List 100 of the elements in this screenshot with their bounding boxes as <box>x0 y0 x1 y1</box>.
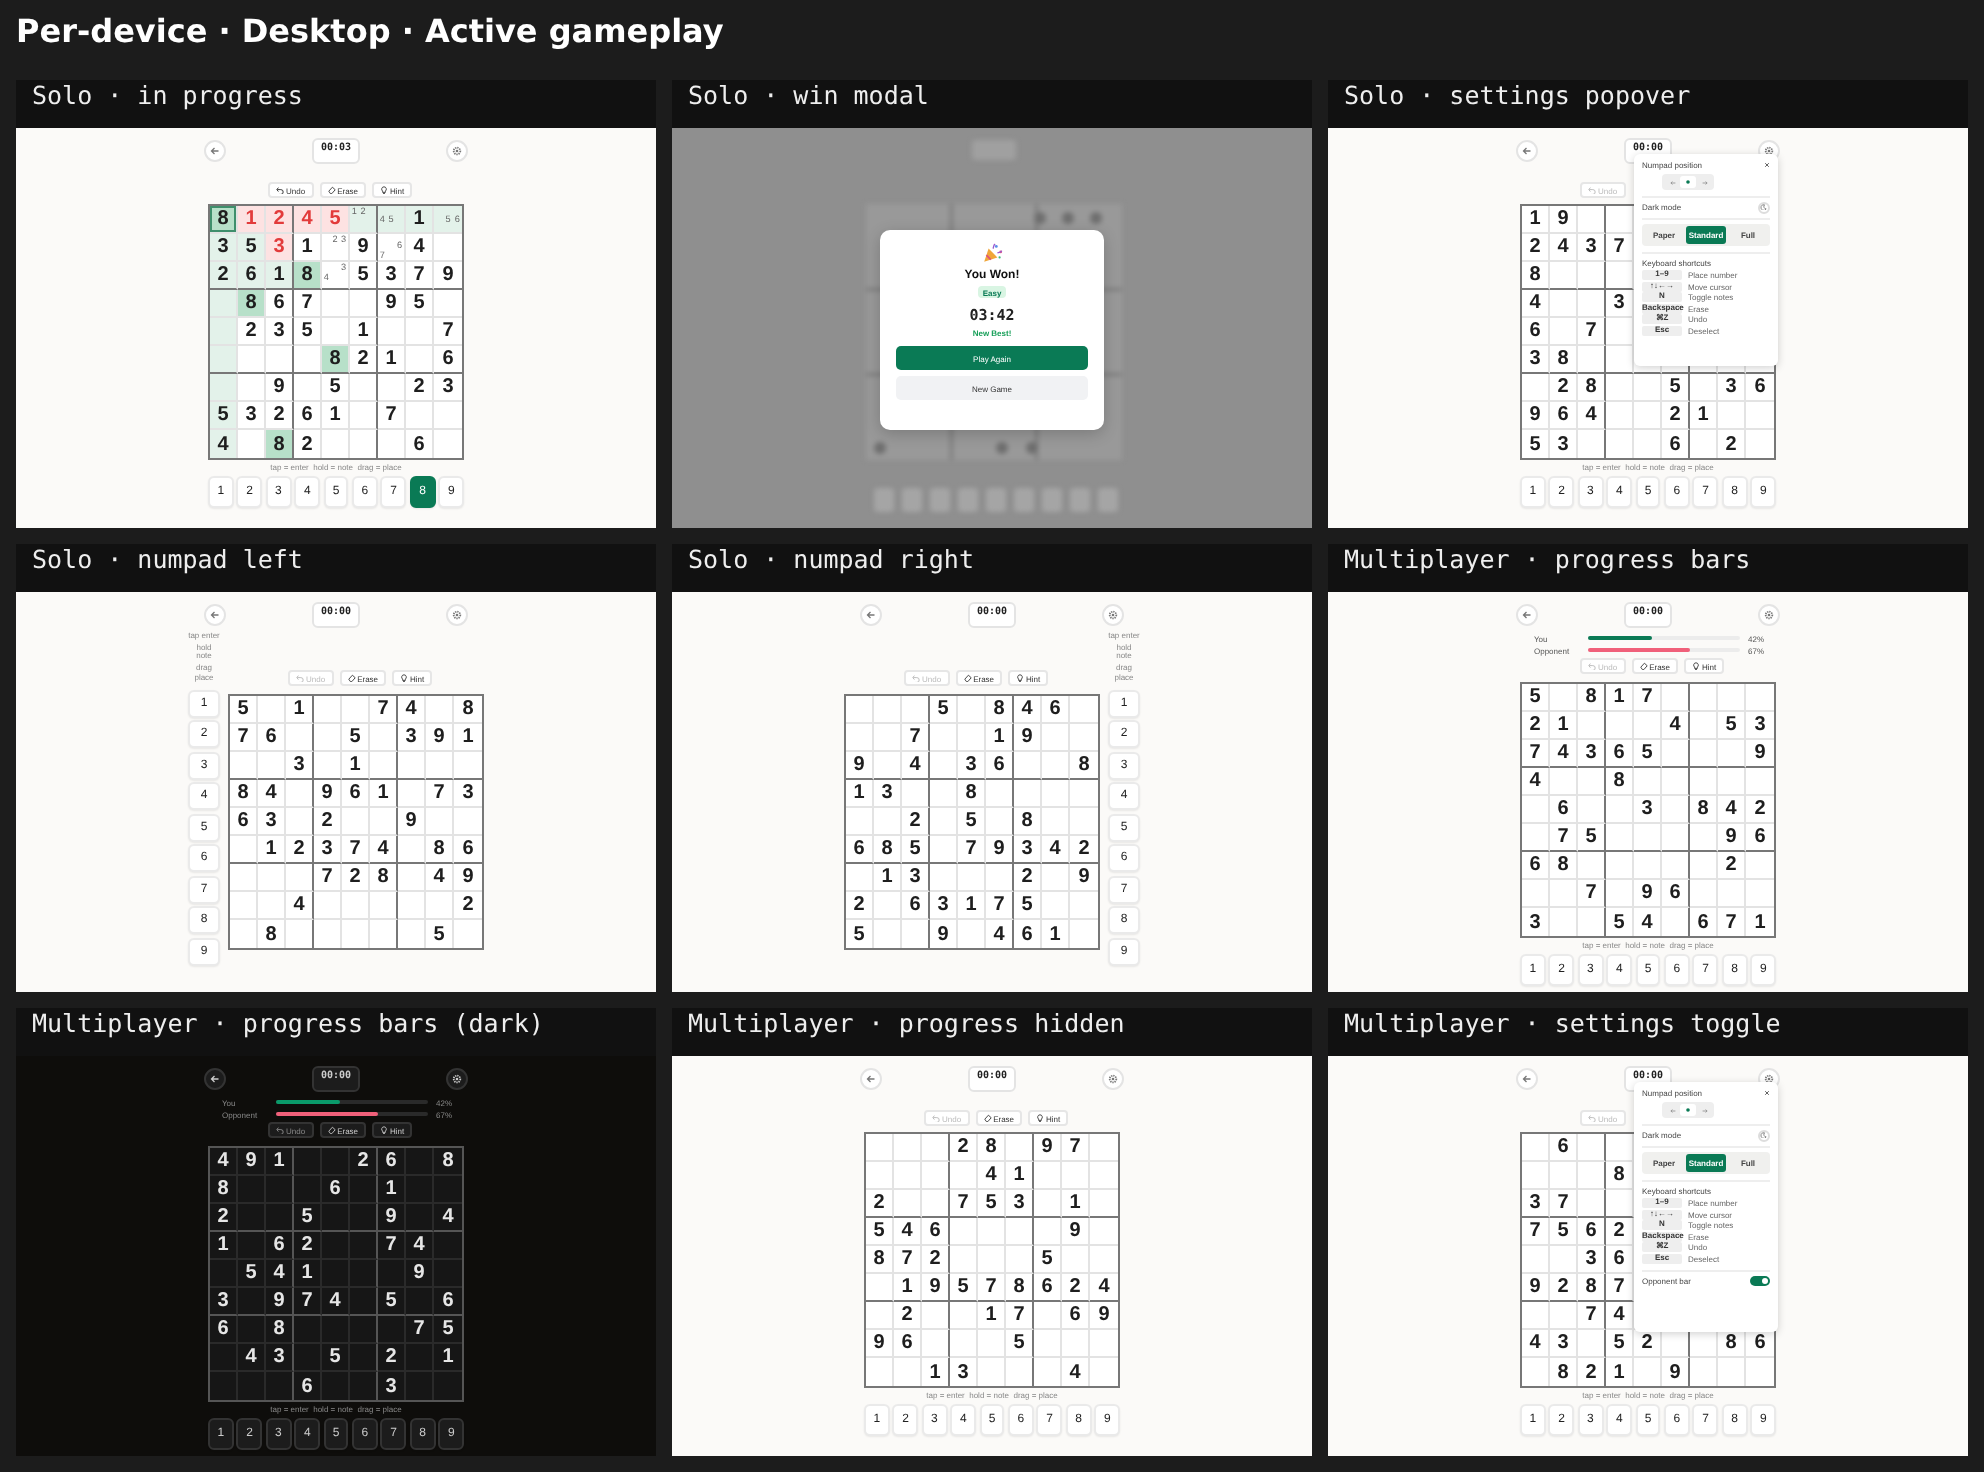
board-cell[interactable]: 5 <box>1634 740 1662 768</box>
board-cell[interactable]: 8 <box>1550 1358 1578 1386</box>
board-cell[interactable]: 1 <box>434 1344 462 1372</box>
board-cell[interactable]: 4 <box>1014 696 1042 724</box>
board-cell[interactable]: 9 <box>1718 824 1746 852</box>
board-cell[interactable]: 4 <box>1718 796 1746 824</box>
board-cell[interactable]: 4 <box>1662 712 1690 740</box>
board-cell[interactable]: 7 <box>378 402 406 430</box>
board-cell[interactable]: 6 <box>434 346 462 374</box>
board-cell[interactable]: 5 <box>1522 430 1550 458</box>
board-cell[interactable]: 4 <box>978 1162 1006 1190</box>
board-cell[interactable]: 7 <box>314 864 342 892</box>
board-cell[interactable]: 2 <box>1014 864 1042 892</box>
board-cell[interactable]: 9 <box>266 1288 294 1316</box>
board-cell[interactable]: 7 <box>1578 318 1606 346</box>
board-cell[interactable]: 7 <box>1550 1190 1578 1218</box>
board-cell[interactable]: 8 <box>238 290 266 318</box>
dark-mode-button[interactable] <box>1758 201 1770 213</box>
board-cell[interactable]: 2 <box>238 318 266 346</box>
board-cell[interactable]: 9 <box>350 234 378 262</box>
board-cell[interactable]: 9 <box>378 1204 406 1232</box>
board-cell[interactable]: 7 <box>230 724 258 752</box>
board-cell[interactable]: 8 <box>1578 374 1606 402</box>
board-cell[interactable]: 4 <box>370 836 398 864</box>
board-cell[interactable]: 2 <box>210 1204 238 1232</box>
board-cell[interactable]: 1 <box>986 724 1014 752</box>
position-option[interactable] <box>1680 176 1696 188</box>
board-cell[interactable]: 9 <box>866 1330 894 1358</box>
board-cell[interactable]: 3 <box>1578 1246 1606 1274</box>
board-cell[interactable]: 4 <box>434 1204 462 1232</box>
board-cell[interactable]: 8 <box>1578 1274 1606 1302</box>
board-cell[interactable]: 3 <box>1634 796 1662 824</box>
board-cell[interactable]: 7 <box>342 836 370 864</box>
board-cell[interactable]: 2 <box>1718 852 1746 880</box>
board-cell[interactable]: 5 <box>1662 374 1690 402</box>
board-cell[interactable]: 8 <box>434 1148 462 1176</box>
board-cell[interactable]: 6 <box>258 724 286 752</box>
board-cell[interactable]: 2 <box>1746 796 1774 824</box>
board-cell[interactable]: 2 <box>350 1148 378 1176</box>
board-cell[interactable]: 5 <box>378 1288 406 1316</box>
board-cell[interactable]: 8 <box>322 346 350 374</box>
board-cell[interactable]: 7 <box>1550 824 1578 852</box>
board-cell[interactable]: 7 <box>426 780 454 808</box>
board-cell[interactable]: 8 <box>426 836 454 864</box>
board-cell[interactable]: 7 <box>950 1190 978 1218</box>
back-button[interactable] <box>204 1067 226 1089</box>
board-cell[interactable]: 9 <box>1634 880 1662 908</box>
board-cell[interactable]: 7 <box>370 696 398 724</box>
board-cell[interactable]: 1 <box>322 402 350 430</box>
highlighted-empty-cell[interactable] <box>210 374 238 402</box>
board-cell[interactable]: 8 <box>866 1246 894 1274</box>
highlighted-empty-cell[interactable] <box>210 318 238 346</box>
board-cell[interactable]: 5 <box>846 920 874 948</box>
board-cell[interactable]: 5 <box>406 290 434 318</box>
board-cell[interactable]: 5 <box>1578 824 1606 852</box>
board-cell[interactable]: 5 <box>902 836 930 864</box>
board-cell[interactable]: 1 <box>1042 920 1070 948</box>
board-cell[interactable]: 7 <box>894 1246 922 1274</box>
board-cell[interactable]: 6 <box>986 752 1014 780</box>
board-cell[interactable]: 4 <box>210 430 238 458</box>
board-cell[interactable]: 2 <box>350 346 378 374</box>
board-cell[interactable]: 8 <box>1550 852 1578 880</box>
board-cell[interactable]: 9 <box>930 920 958 948</box>
board-cell[interactable]: 8 <box>266 430 294 458</box>
board-cell[interactable]: 9 <box>1070 864 1098 892</box>
board-cell[interactable]: 5 <box>1606 1330 1634 1358</box>
board-cell[interactable]: 1 <box>210 1232 238 1260</box>
board-cell[interactable]: 4 <box>266 1260 294 1288</box>
board-cell[interactable]: 7 <box>1578 880 1606 908</box>
board-cell[interactable]: 4 <box>406 1232 434 1260</box>
board-cell[interactable]: 8 <box>958 780 986 808</box>
board-cell[interactable]: 6 <box>894 1330 922 1358</box>
board-cell[interactable]: 3 <box>266 318 294 346</box>
board-cell[interactable]: 8 <box>210 1176 238 1204</box>
board-cell[interactable]: 9 <box>398 808 426 836</box>
highlighted-empty-cell[interactable] <box>210 346 238 374</box>
board-cell[interactable]: 5 <box>1522 684 1550 712</box>
board-cell[interactable]: 8 <box>266 1316 294 1344</box>
board-cell[interactable]: 6 <box>1034 1274 1062 1302</box>
board-cell[interactable]: 7 <box>1718 908 1746 936</box>
board-cell[interactable]: 6 <box>454 836 482 864</box>
board-cell[interactable]: 3 <box>1522 1190 1550 1218</box>
board-cell[interactable]: 1 <box>370 780 398 808</box>
board-cell[interactable]: 7 <box>294 290 322 318</box>
board-cell[interactable]: 3 <box>1746 712 1774 740</box>
board-cell[interactable]: 1 <box>350 318 378 346</box>
board-cell[interactable]: 3 <box>1006 1190 1034 1218</box>
board-cell[interactable]: 3 <box>238 402 266 430</box>
board-cell[interactable]: 8 <box>874 836 902 864</box>
board-cell[interactable]: 4 <box>1062 1358 1090 1386</box>
board-cell[interactable]: 5 <box>950 1274 978 1302</box>
board-cell[interactable]: 2 <box>894 1302 922 1330</box>
board-cell[interactable]: 9 <box>1746 740 1774 768</box>
board-cell[interactable]: 6 <box>1550 1134 1578 1162</box>
board-cell[interactable]: 2 <box>1062 1274 1090 1302</box>
board-cell[interactable]: 9 <box>314 780 342 808</box>
board-cell[interactable]: 3 <box>1578 740 1606 768</box>
board-cell[interactable]: 6 <box>322 1176 350 1204</box>
board-cell[interactable]: 4 <box>1550 234 1578 262</box>
board-cell[interactable]: 9 <box>1550 206 1578 234</box>
